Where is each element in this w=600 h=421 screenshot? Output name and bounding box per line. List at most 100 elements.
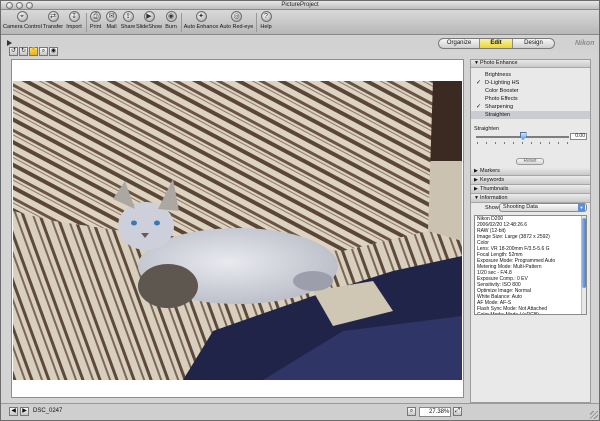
help-icon: ? — [260, 11, 272, 22]
photo-cat-on-bed — [13, 81, 462, 380]
share-button[interactable]: ⇪ Share — [120, 11, 136, 34]
nikon-logo: Nikon — [575, 40, 595, 47]
slideshow-button[interactable]: ▶ SlideShow — [136, 11, 162, 34]
enhance-item-label: Color Booster — [485, 88, 519, 94]
tab-edit[interactable]: Edit — [480, 39, 513, 48]
thumbnails-title: Thumbnails — [480, 186, 509, 192]
auto-enhance-icon: ✦ — [195, 11, 207, 22]
transfer-icon: ⇄ — [47, 11, 59, 22]
edit-panel: ▼ Photo Enhance Brightness ✓ D-Lighting … — [470, 59, 591, 403]
disclosure-open-icon: ▼ — [474, 60, 479, 66]
zoom-value: 27.38% — [429, 409, 450, 415]
zoom-tool-icon[interactable]: ⌕ — [39, 47, 48, 56]
window-title: PictureProject — [281, 2, 319, 8]
straighten-label: Straighten — [474, 126, 500, 132]
camera-control-button[interactable]: ⌖ Camera Control — [3, 11, 42, 34]
enhance-item-label: Brightness — [485, 72, 511, 78]
disclosure-open-icon: ▼ — [474, 195, 479, 201]
tab-organize[interactable]: Organize — [439, 39, 480, 48]
fit-to-window-icon[interactable]: ⤢ — [453, 407, 462, 416]
hand-tool-icon[interactable]: ✋ — [29, 47, 38, 56]
share-label: Share — [120, 24, 136, 30]
burn-label: Burn — [165, 24, 177, 30]
auto-red-eye-label: Auto Red-eye — [219, 24, 254, 30]
photo-enhance-header[interactable]: ▼ Photo Enhance — [471, 60, 590, 68]
share-icon: ⇪ — [122, 11, 134, 22]
print-button[interactable]: ⎙ Print — [88, 11, 103, 34]
enhance-item-label: D-Lighting HS — [485, 80, 520, 86]
transfer-label: Transfer — [42, 24, 64, 30]
rotate-left-icon[interactable]: ↺ — [9, 47, 18, 56]
info-scrollbar[interactable] — [581, 216, 586, 314]
print-label: Print — [89, 24, 102, 30]
play-icon[interactable] — [7, 40, 12, 46]
enhance-item-straighten[interactable]: Straighten — [471, 111, 590, 119]
shooting-data-box[interactable]: Nikon D200 2006/02/20 12:48:26.6 RAW (12-b… — [474, 215, 587, 315]
help-label: Help — [260, 24, 272, 30]
main-toolbar: ⌖ Camera Control ⇄ Transfer ↧ Import ⎙ P… — [1, 10, 599, 35]
slideshow-icon: ▶ — [143, 11, 155, 22]
status-bar: ◀ ▶ DSC_0247 27.38% ⌕ ⤢ — [1, 403, 599, 420]
zoom-icon[interactable]: ⌕ — [407, 407, 416, 416]
markers-header[interactable]: ▶ Markers — [471, 168, 590, 176]
enhance-item-d-lighting[interactable]: ✓ D-Lighting HS — [471, 79, 590, 87]
enhance-item-label: Straighten — [485, 112, 511, 118]
checkmark-icon: ✓ — [476, 104, 482, 110]
mode-switcher: Organize Edit Design — [438, 38, 555, 49]
thumbnails-header[interactable]: ▶ Thumbnails — [471, 186, 590, 194]
markers-title: Markers — [480, 168, 500, 174]
app-window: PictureProject ⌖ Camera Control ⇄ Transf… — [0, 0, 600, 421]
reset-button[interactable]: Reset — [516, 158, 544, 165]
camera-control-label: Camera Control — [3, 24, 42, 30]
toolbar-separator — [181, 13, 182, 32]
image-viewer[interactable] — [11, 59, 464, 398]
scrollbar-thumb[interactable] — [582, 218, 586, 288]
show-select[interactable]: Shooting Data ▼ — [499, 203, 587, 212]
enhance-item-label: Sharpening — [485, 104, 514, 110]
title-bar: PictureProject — [1, 1, 599, 10]
help-button[interactable]: ? Help — [258, 11, 274, 34]
zoom-field[interactable]: 27.38% — [419, 407, 451, 417]
transfer-button[interactable]: ⇄ Transfer — [42, 11, 64, 34]
toolbar-separator — [86, 13, 87, 32]
enhance-item-color-booster[interactable]: Color Booster — [471, 87, 590, 95]
slideshow-label: SlideShow — [136, 24, 162, 30]
enhance-item-photo-effects[interactable]: Photo Effects — [471, 95, 590, 103]
burn-icon: ◉ — [165, 11, 177, 22]
photo-image — [13, 81, 462, 380]
photo-enhance-title: Photo Enhance — [480, 60, 518, 66]
mail-button[interactable]: ✉ Mail — [104, 11, 119, 34]
mail-icon: ✉ — [106, 11, 117, 22]
enhance-item-label: Photo Effects — [485, 96, 518, 102]
enhance-item-brightness[interactable]: Brightness — [471, 71, 590, 79]
previous-image-button[interactable]: ◀ — [9, 407, 18, 416]
auto-enhance-button[interactable]: ✦ Auto Enhance — [183, 11, 219, 34]
slider-ticks — [477, 142, 568, 144]
import-label: Import — [66, 24, 82, 30]
auto-red-eye-icon: ◎ — [231, 11, 242, 22]
show-label: Show: — [485, 205, 501, 211]
keywords-header[interactable]: ▶ Keywords — [471, 177, 590, 185]
resize-grip[interactable] — [590, 411, 598, 419]
camera-control-icon: ⌖ — [16, 11, 28, 22]
auto-red-eye-button[interactable]: ◎ Auto Red-eye — [219, 11, 254, 34]
disclosure-closed-icon: ▶ — [474, 168, 478, 174]
keywords-title: Keywords — [480, 177, 505, 183]
rotate-right-icon[interactable]: ↻ — [19, 47, 28, 56]
burn-button[interactable]: ◉ Burn — [163, 11, 179, 34]
print-icon: ⎙ — [90, 11, 101, 22]
red-eye-tool-icon[interactable]: ◉ — [49, 47, 58, 56]
tab-design[interactable]: Design — [513, 39, 554, 48]
checkmark-icon: ✓ — [476, 80, 482, 86]
show-select-value: Shooting Data — [503, 204, 538, 210]
information-header[interactable]: ▼ Information — [471, 195, 590, 203]
information-title: Information — [480, 195, 508, 201]
straighten-slider-thumb[interactable] — [519, 132, 527, 140]
next-image-button[interactable]: ▶ — [20, 407, 29, 416]
import-button[interactable]: ↧ Import — [64, 11, 84, 34]
info-line: Color Mode: Mode I (sRGB) — [477, 312, 539, 315]
enhance-item-sharpening[interactable]: ✓ Sharpening — [471, 103, 590, 111]
straighten-value-field[interactable]: 0.00 — [570, 133, 587, 140]
disclosure-closed-icon: ▶ — [474, 186, 478, 192]
filename-label: DSC_0247 — [33, 408, 63, 414]
